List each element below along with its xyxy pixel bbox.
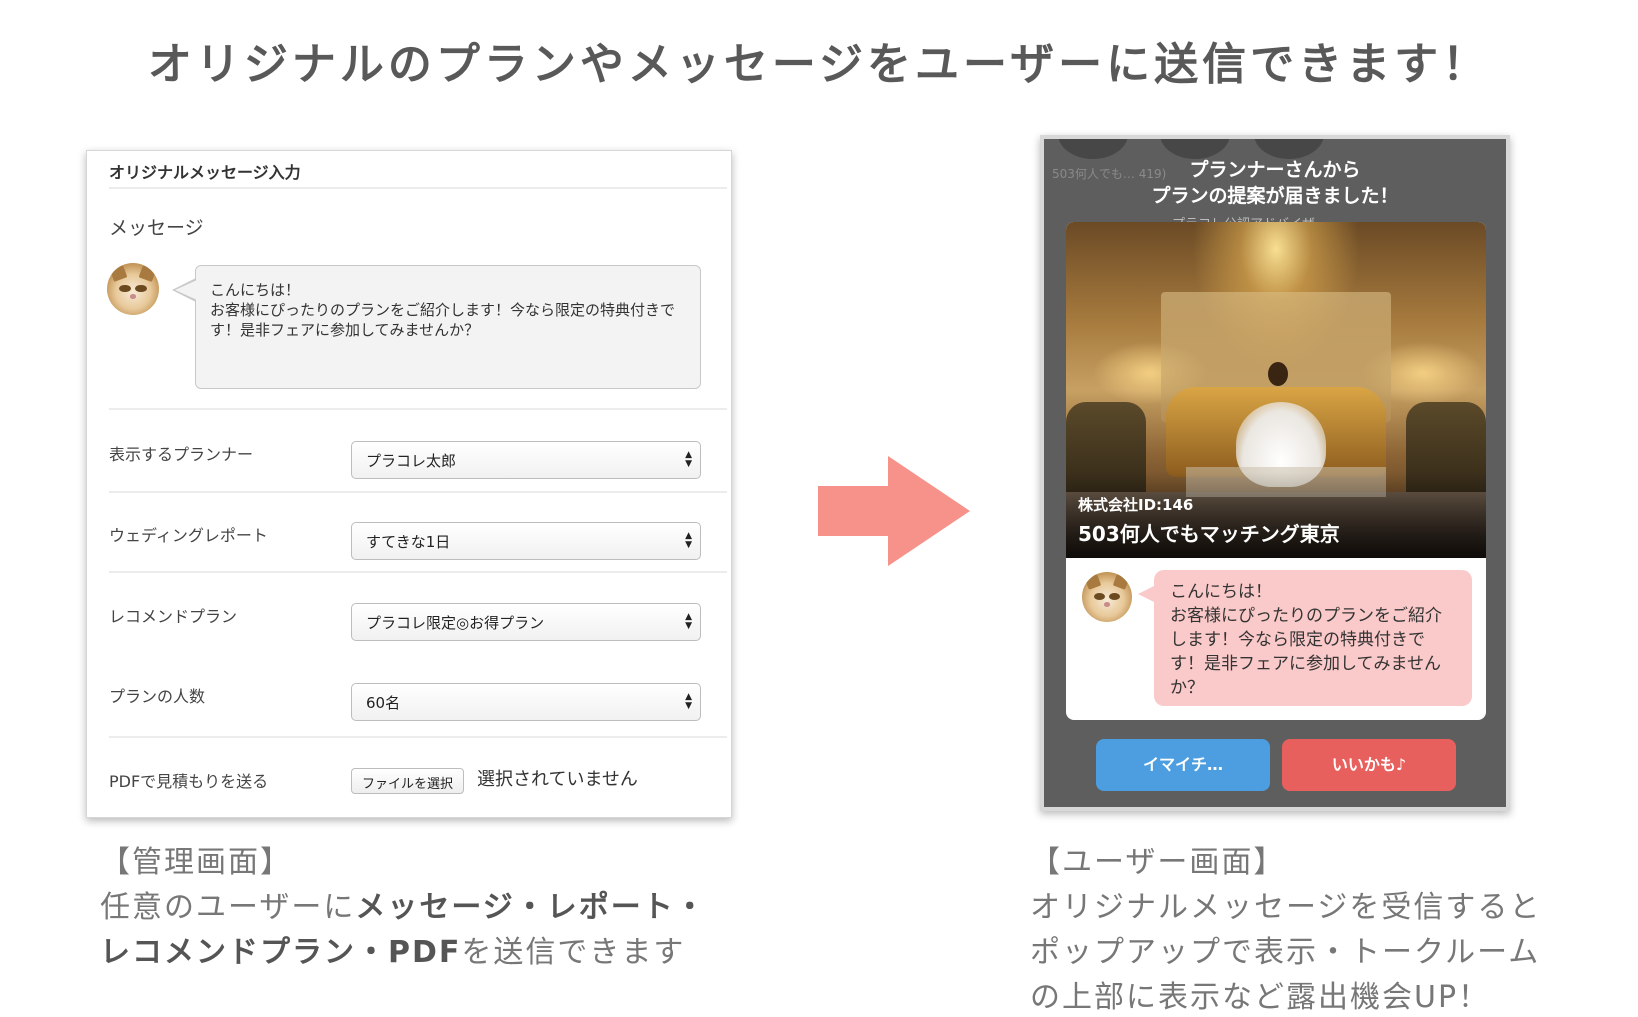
wedding-report-label: ウェディングレポート bbox=[109, 526, 268, 545]
wedding-report-select-value: すてきな1日 bbox=[366, 533, 451, 551]
wedding-report-select[interactable]: すてきな1日 ▲ ▼ bbox=[351, 522, 701, 560]
select-arrows-icon: ▲ ▼ bbox=[685, 612, 692, 631]
divider bbox=[109, 491, 727, 493]
admin-panel-title: オリジナルメッセージ入力 bbox=[109, 163, 301, 182]
pdf-label: PDFで見積もりを送る bbox=[109, 772, 269, 791]
proposal-card[interactable]: 株式会社ID:146 503何人でもマッチング東京 こんにちは！ お客様にぴった… bbox=[1066, 222, 1486, 720]
venue-name: 503何人でもマッチング東京 bbox=[1078, 522, 1340, 546]
recommend-plan-select-value: プラコレ限定◎お得プラン bbox=[366, 614, 545, 632]
recommend-plan-label: レコメンドプラン bbox=[109, 607, 238, 626]
planner-select-value: プラコレ太郎 bbox=[366, 452, 457, 470]
user-caption-line: ポップアップで表示・トークルーム bbox=[1030, 935, 1541, 970]
right-arrow-icon bbox=[818, 456, 970, 566]
divider bbox=[109, 571, 727, 573]
plan-guests-select-value: 60名 bbox=[366, 694, 401, 712]
user-caption-line: の上部に表示など露出機会UP！ bbox=[1030, 980, 1491, 1015]
user-caption-heading: 【ユーザー画面】 bbox=[1030, 845, 1286, 880]
admin-caption-line: 任意のユーザーにメッセージ・レポート・ bbox=[100, 890, 707, 925]
recommend-plan-select[interactable]: プラコレ限定◎お得プラン ▲ ▼ bbox=[351, 603, 701, 641]
planner-label: 表示するプランナー bbox=[109, 445, 254, 464]
user-caption: 【ユーザー画面】 オリジナルメッセージを受信すると ポップアップで表示・トークル… bbox=[1030, 840, 1630, 1017]
divider bbox=[109, 736, 727, 738]
admin-caption: 【管理画面】 任意のユーザーにメッセージ・レポート・ レコメンドプラン・PDFを… bbox=[100, 840, 740, 975]
popup-title: プランナーさんから プランの提案が届きました！ bbox=[1151, 159, 1399, 207]
admin-caption-line: レコメンドプラン・PDFを送信できます bbox=[100, 935, 686, 970]
plan-guests-label: プランの人数 bbox=[109, 687, 206, 706]
divider bbox=[109, 187, 727, 189]
select-arrows-icon: ▲ ▼ bbox=[685, 450, 692, 469]
message-bubble: こんにちは！ お客様にぴったりのプランをご紹介します！今なら限定の特典付きです！… bbox=[1138, 570, 1472, 706]
admin-caption-heading: 【管理画面】 bbox=[100, 845, 292, 880]
user-screen: 503何人でも… 419) プラコレ公認アドバイザー プランナーさんから プラン… bbox=[1040, 135, 1510, 811]
not-interested-button[interactable]: イマイチ… bbox=[1096, 739, 1270, 791]
bg-avatar bbox=[1058, 139, 1128, 159]
page-headline: オリジナルのプランやメッセージをユーザーに送信できます！ bbox=[147, 39, 1491, 90]
admin-panel: オリジナルメッセージ入力 メッセージ こんにちは！ お客様にぴったりのプランをご… bbox=[86, 150, 732, 818]
choose-file-button[interactable]: ファイルを選択 bbox=[351, 768, 465, 794]
message-textarea[interactable]: こんにちは！ お客様にぴったりのプランをご紹介します！今なら限定の特典付きです！… bbox=[172, 265, 701, 389]
select-arrows-icon: ▲ ▼ bbox=[685, 692, 692, 711]
planner-select[interactable]: プラコレ太郎 ▲ ▼ bbox=[351, 441, 701, 479]
interested-button[interactable]: いいかも♪ bbox=[1282, 739, 1456, 791]
user-caption-line: オリジナルメッセージを受信すると bbox=[1030, 890, 1542, 925]
planner-avatar bbox=[1082, 572, 1132, 622]
company-id: 株式会社ID:146 bbox=[1078, 496, 1194, 514]
planner-avatar bbox=[107, 263, 159, 315]
message-label: メッセージ bbox=[109, 217, 204, 239]
file-status-text: 選択されていません bbox=[477, 769, 638, 790]
bg-avatar bbox=[1254, 139, 1324, 159]
venue-photo: 株式会社ID:146 503何人でもマッチング東京 bbox=[1066, 222, 1486, 558]
divider bbox=[109, 408, 727, 410]
select-arrows-icon: ▲ ▼ bbox=[685, 531, 692, 550]
plan-guests-select[interactable]: 60名 ▲ ▼ bbox=[351, 683, 701, 721]
bg-avatar bbox=[1160, 139, 1230, 159]
